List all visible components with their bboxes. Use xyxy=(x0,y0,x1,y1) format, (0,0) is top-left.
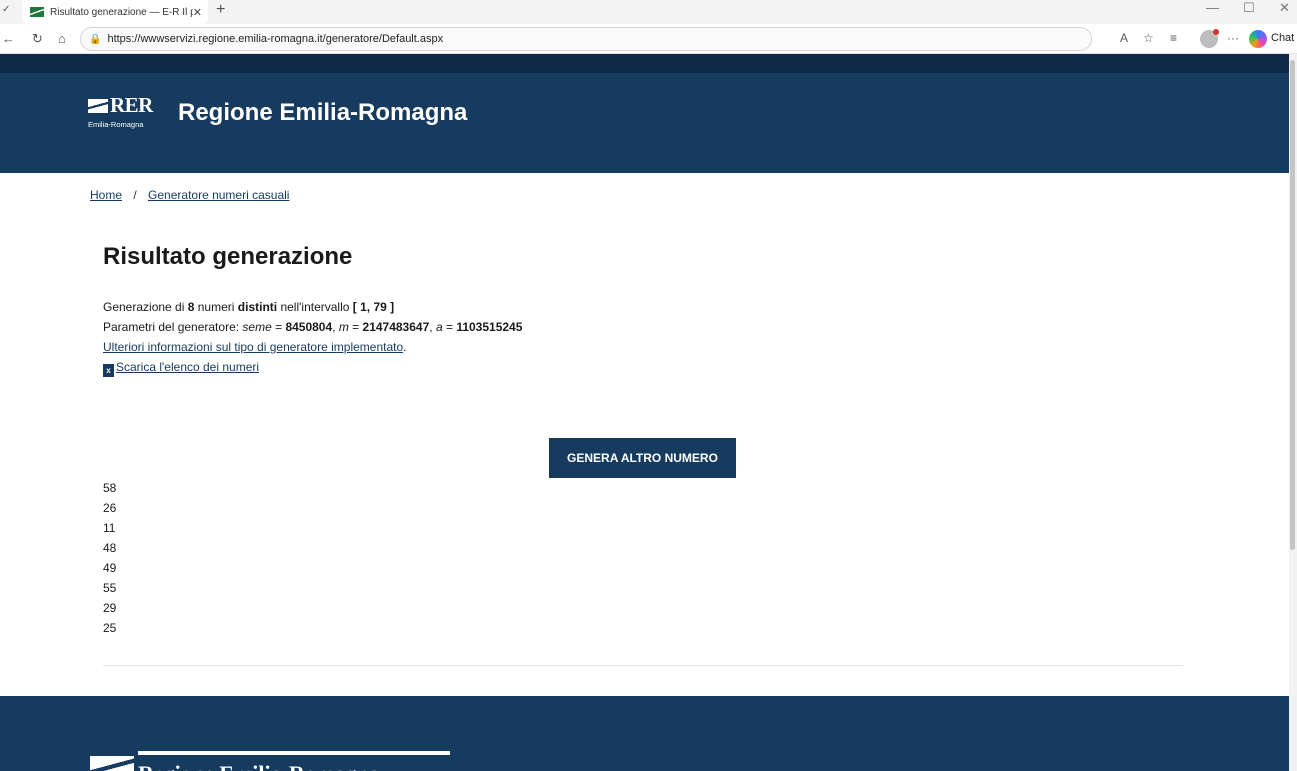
tab-close-icon[interactable]: ✕ xyxy=(193,6,202,19)
tab-actions-icon[interactable]: ✓ xyxy=(2,4,10,15)
breadcrumb-separator: / xyxy=(133,188,137,202)
rer-flag-icon xyxy=(88,98,108,113)
favorites-list-icon[interactable]: ≡ xyxy=(1170,31,1177,45)
refresh-icon[interactable]: ↻ xyxy=(32,31,43,47)
footer-flag-icon xyxy=(90,756,134,771)
list-item: 11 xyxy=(103,521,116,535)
download-line: x Scarica l'elenco dei numeri xyxy=(103,357,522,377)
list-item: 25 xyxy=(103,621,117,635)
back-icon[interactable]: ← xyxy=(2,31,15,46)
page-scrollbar[interactable] xyxy=(1289,54,1297,771)
generation-summary: Generazione di 8 numeri distinti nell'in… xyxy=(103,300,395,314)
list-item: 49 xyxy=(103,561,117,575)
list-item: 29 xyxy=(103,601,117,615)
footer-logo-text: Regione Emilia-Romagna xyxy=(138,761,379,771)
browser-tab-bar: ✓ Risultato generazione — E-R Il por ✕ +… xyxy=(0,0,1297,24)
browser-address-bar: ← ↻ ⌂ 🔒 https://wwwservizi.regione.emili… xyxy=(0,24,1297,54)
minimize-icon[interactable]: — xyxy=(1206,0,1219,15)
tab-title: Risultato generazione — E-R Il por xyxy=(50,6,193,18)
url-input[interactable]: 🔒 https://wwwservizi.regione.emilia-roma… xyxy=(80,27,1092,51)
list-item: 48 xyxy=(103,541,117,555)
more-options-icon[interactable]: ··· xyxy=(1227,31,1239,45)
site-title[interactable]: Regione Emilia-Romagna xyxy=(178,99,467,127)
browser-tab-active[interactable]: Risultato generazione — E-R Il por ✕ xyxy=(22,0,208,24)
list-item: 55 xyxy=(103,581,117,595)
new-tab-button[interactable]: + xyxy=(216,1,225,19)
home-icon[interactable]: ⌂ xyxy=(58,31,66,46)
footer-logo[interactable]: Regione Emilia-Romagna xyxy=(90,751,450,771)
list-item: 26 xyxy=(103,501,117,515)
rer-logo-subtitle: Emilia-Romagna xyxy=(88,120,144,129)
content-divider xyxy=(103,665,1183,666)
read-aloud-icon[interactable]: A xyxy=(1120,31,1128,45)
site-header: RER Emilia-Romagna Regione Emilia-Romagn… xyxy=(0,73,1289,173)
page-title: Risultato generazione xyxy=(103,243,353,270)
generator-parameters: Parametri del generatore: seme = 8450804… xyxy=(103,320,523,334)
generator-info-link[interactable]: Ulteriori informazioni sul tipo di gener… xyxy=(103,340,403,354)
copilot-icon[interactable] xyxy=(1249,30,1267,48)
scrollbar-thumb[interactable] xyxy=(1290,60,1295,550)
footer-logo-bar xyxy=(138,751,450,755)
rer-logo-text: RER xyxy=(110,93,153,117)
site-footer: Regione Emilia-Romagna xyxy=(0,696,1289,771)
lock-icon: 🔒 xyxy=(89,33,102,45)
window-close-icon[interactable]: ✕ xyxy=(1279,0,1290,16)
generation-info: Generazione di 8 numeri distinti nell'in… xyxy=(103,297,522,377)
favorite-star-icon[interactable]: ☆ xyxy=(1143,31,1154,45)
url-text: https://wwwservizi.regione.emilia-romagn… xyxy=(107,33,444,45)
breadcrumb-current-link[interactable]: Generatore numeri casuali xyxy=(148,188,289,202)
profile-avatar[interactable] xyxy=(1200,29,1219,48)
info-line: Ulteriori informazioni sul tipo di gener… xyxy=(103,340,407,354)
rer-logo[interactable]: RER Emilia-Romagna xyxy=(88,95,153,129)
list-item: 58 xyxy=(103,481,117,495)
download-numbers-link[interactable]: Scarica l'elenco dei numeri xyxy=(116,360,259,374)
maximize-icon[interactable]: ☐ xyxy=(1243,0,1255,16)
top-strip xyxy=(0,54,1289,73)
excel-file-icon: x xyxy=(103,364,114,377)
site-favicon-icon xyxy=(30,7,44,17)
breadcrumb-home-link[interactable]: Home xyxy=(90,188,122,202)
generated-numbers-list: 58 26 11 48 49 55 29 25 xyxy=(103,478,116,638)
page-content: RER Emilia-Romagna Regione Emilia-Romagn… xyxy=(0,54,1289,771)
chat-label[interactable]: Chat xyxy=(1271,32,1294,44)
generate-another-button[interactable]: GENERA ALTRO NUMERO xyxy=(549,438,736,478)
breadcrumb: Home / Generatore numeri casuali xyxy=(90,188,289,202)
